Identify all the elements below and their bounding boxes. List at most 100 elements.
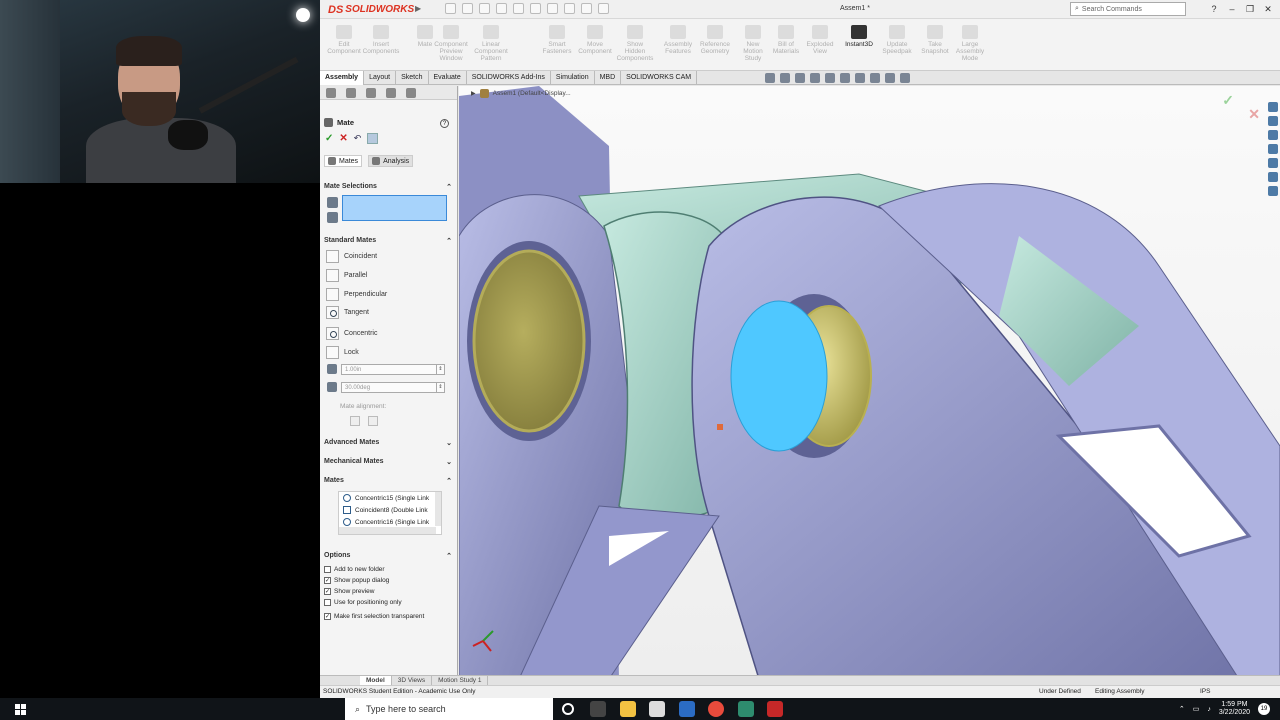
command-button[interactable]: Linear Component Pattern: [472, 25, 510, 62]
parallel-button[interactable]: Parallel: [326, 268, 367, 282]
confirmation-cancel-icon[interactable]: ✕: [1248, 106, 1260, 123]
feature-tree-flyout[interactable]: ▶ Assem1 (Default<Display...: [471, 89, 571, 98]
mail-icon[interactable]: [679, 701, 695, 717]
network-icon[interactable]: ▭: [1193, 705, 1200, 713]
minimize-icon[interactable]: –: [1226, 3, 1238, 15]
option-checkbox[interactable]: Use for positioning only: [324, 597, 402, 607]
tab-sketch[interactable]: Sketch: [396, 71, 429, 85]
solidworks-logo[interactable]: DS SOLIDWORKS: [328, 2, 414, 17]
command-button[interactable]: Instant3D: [840, 25, 878, 48]
command-button[interactable]: Move Component: [576, 25, 614, 55]
tab-layout[interactable]: Layout: [364, 71, 397, 85]
command-button[interactable]: Assembly Features: [659, 25, 697, 55]
group-standard-mates[interactable]: Standard Mates ⌃: [324, 237, 452, 247]
coincident-button[interactable]: Coincident: [326, 249, 377, 263]
horizontal-scrollbar[interactable]: [339, 527, 436, 534]
tab-mates[interactable]: Mates: [324, 155, 363, 167]
file-explorer-icon[interactable]: [620, 701, 636, 717]
group-mate-selections[interactable]: Mate Selections ⌃: [324, 183, 452, 193]
forum-icon[interactable]: [1268, 186, 1278, 196]
solidworks-taskbar-icon[interactable]: [767, 701, 783, 717]
confirmation-ok-icon[interactable]: ✓: [1222, 92, 1234, 109]
distance-spinner[interactable]: ⇕: [436, 365, 444, 374]
checkbox-checked-icon[interactable]: ✓: [324, 612, 331, 620]
perpendicular-button[interactable]: Perpendicular: [326, 287, 387, 301]
left-pin[interactable]: [472, 249, 586, 433]
tab-simulation[interactable]: Simulation: [551, 71, 595, 85]
appearances-icon[interactable]: [1268, 158, 1278, 168]
angle-spinner[interactable]: ⇕: [436, 383, 444, 392]
select-icon[interactable]: [547, 3, 558, 14]
zoom-fit-icon[interactable]: [765, 73, 775, 83]
command-button[interactable]: Update Speedpak: [878, 25, 916, 55]
concentric-button[interactable]: Concentric: [326, 326, 377, 340]
open-icon[interactable]: [479, 3, 490, 14]
chrome-icon[interactable]: [708, 701, 724, 717]
new-icon[interactable]: [462, 3, 473, 14]
command-button[interactable]: Smart Fasteners: [538, 25, 576, 55]
clock[interactable]: 1:59 PM 3/22/2020: [1219, 701, 1250, 717]
display-style-icon[interactable]: [840, 73, 850, 83]
pushpin-icon[interactable]: [367, 133, 379, 144]
taskbar-search[interactable]: ⌕ Type here to search: [345, 698, 553, 720]
lock-button[interactable]: Lock: [326, 345, 359, 359]
tab-mbd[interactable]: MBD: [595, 71, 622, 85]
appearance-icon[interactable]: [870, 73, 880, 83]
ok-check-icon[interactable]: ✓: [325, 133, 333, 144]
hide-show-icon[interactable]: [855, 73, 865, 83]
file-properties-icon[interactable]: [581, 3, 592, 14]
tangent-button[interactable]: Tangent: [326, 305, 369, 319]
option-checkbox[interactable]: Add to new folder: [324, 564, 385, 574]
start-button[interactable]: [0, 698, 40, 720]
options-gear-icon[interactable]: [598, 3, 609, 14]
search-commands-input[interactable]: ⌕ Search Commands: [1070, 2, 1186, 16]
menu-arrow-icon[interactable]: ▶: [415, 4, 423, 14]
home-icon[interactable]: [445, 3, 456, 14]
option-checkbox[interactable]: ✓ Show popup dialog: [324, 575, 389, 585]
dimxpert-icon[interactable]: [386, 88, 396, 98]
save-icon[interactable]: [496, 3, 507, 14]
units-selector[interactable]: IPS: [1200, 688, 1210, 695]
help-icon[interactable]: ?: [440, 119, 449, 128]
resources-icon[interactable]: [1268, 116, 1278, 126]
command-button[interactable]: Insert Components: [362, 25, 400, 55]
configuration-manager-icon[interactable]: [366, 88, 376, 98]
command-button[interactable]: Take Snapshot: [916, 25, 954, 55]
tab-solidworks-cam[interactable]: SOLIDWORKS CAM: [621, 71, 698, 85]
mate-selections-list[interactable]: [342, 195, 447, 221]
command-button[interactable]: Component Preview Window: [432, 25, 470, 62]
checkbox-checked-icon[interactable]: ✓: [324, 576, 331, 584]
aligned-icon[interactable]: [350, 416, 360, 426]
anti-aligned-icon[interactable]: [368, 416, 378, 426]
group-mates[interactable]: Mates ⌃: [324, 477, 452, 487]
custom-properties-icon[interactable]: [1268, 172, 1278, 182]
command-button[interactable]: Large Assembly Mode: [951, 25, 989, 62]
checkbox-unchecked-icon[interactable]: [324, 598, 331, 606]
view-orientation-icon[interactable]: [825, 73, 835, 83]
command-button[interactable]: Reference Geometry: [696, 25, 734, 55]
tab-evaluate[interactable]: Evaluate: [429, 71, 467, 85]
design-library-icon[interactable]: [1268, 130, 1278, 140]
task-view-icon[interactable]: [590, 701, 606, 717]
zoom-area-icon[interactable]: [780, 73, 790, 83]
command-button[interactable]: Exploded View: [801, 25, 839, 55]
expand-arrow-icon[interactable]: ▶: [471, 90, 476, 97]
help-icon[interactable]: ?: [1208, 3, 1220, 15]
property-manager-icon[interactable]: [346, 88, 356, 98]
undo-icon[interactable]: [530, 3, 541, 14]
file-explorer-icon[interactable]: [1268, 144, 1278, 154]
store-icon[interactable]: [649, 701, 665, 717]
rebuild-icon[interactable]: [564, 3, 575, 14]
option-checkbox[interactable]: ✓ Make first selection transparent: [324, 611, 424, 621]
scene-icon[interactable]: [885, 73, 895, 83]
checkbox-unchecked-icon[interactable]: [324, 565, 331, 573]
group-advanced-mates[interactable]: Advanced Mates ⌄: [324, 439, 452, 449]
tab-solidworks-add-ins[interactable]: SOLIDWORKS Add-Ins: [467, 71, 551, 85]
volume-icon[interactable]: ♪: [1207, 706, 1211, 713]
vertical-scrollbar[interactable]: [435, 492, 441, 526]
option-checkbox[interactable]: ✓ Show preview: [324, 586, 374, 596]
mates-list[interactable]: Concentric15 (Single Link Coincident8 (D…: [338, 491, 442, 535]
list-item[interactable]: Concentric15 (Single Link: [339, 492, 441, 504]
display-manager-icon[interactable]: [406, 88, 416, 98]
selected-face[interactable]: [730, 300, 828, 452]
